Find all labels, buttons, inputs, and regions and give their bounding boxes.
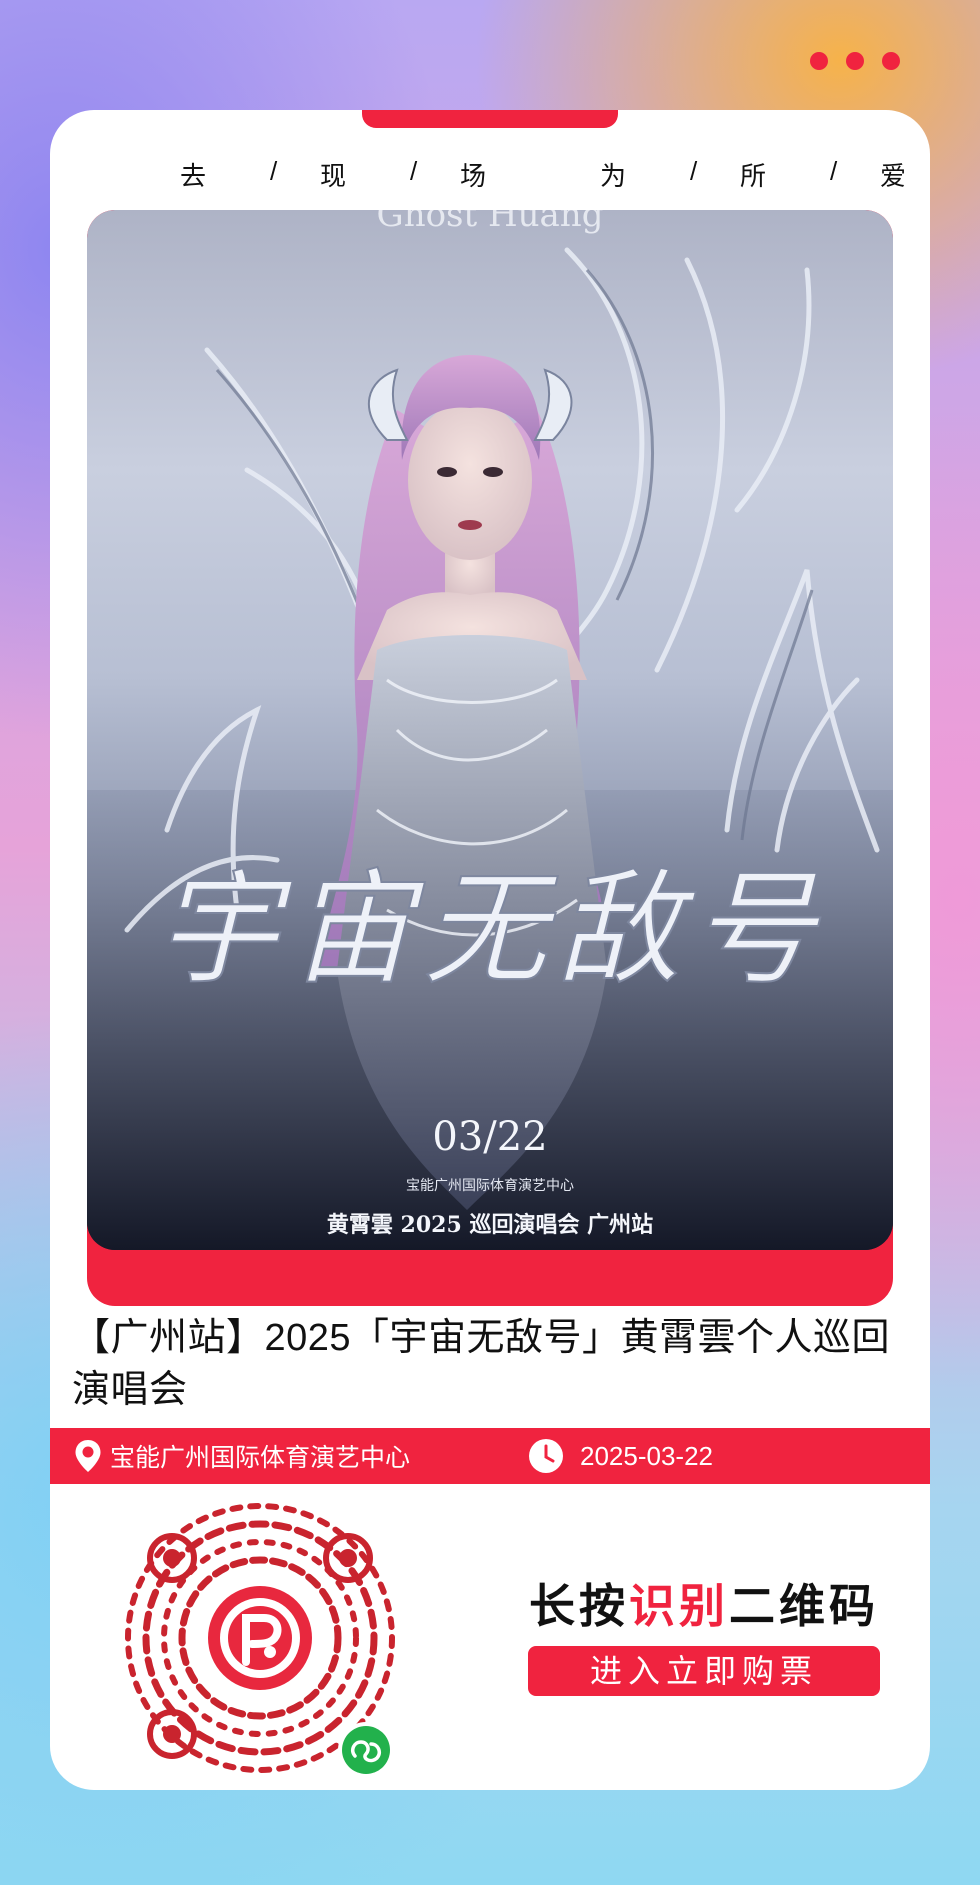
dot (882, 52, 900, 70)
poster-artwork: 宇宙无敌号 Ghost Huang 03/22 宝能广州国际体育演艺中心 黄霄雲… (87, 210, 893, 1250)
slogan-char: 为 (600, 161, 627, 191)
slogan-char: 去 (180, 161, 207, 191)
slogan-divider: / (830, 156, 838, 186)
date-info: 2025-03-22 (528, 1428, 713, 1484)
cta-heading: 长按识别二维码 (494, 1570, 914, 1636)
venue-text: 宝能广州国际体育演艺中心 (110, 1444, 411, 1472)
more-options-icon[interactable] (810, 52, 900, 70)
poster-subtitle: 黄霄雲 2025 巡回演唱会 广州站 (327, 1212, 653, 1238)
location-pin-icon (75, 1440, 101, 1472)
cta-panel: 长按识别二维码 进入立即购票 (494, 1570, 914, 1696)
buy-ticket-button[interactable]: 进入立即购票 (528, 1646, 880, 1696)
poster-calligraphy-title: 宇宙无敌号 (155, 858, 825, 1002)
slogan-char: 现 (320, 161, 347, 191)
slogan-char: 所 (740, 161, 767, 191)
dot (846, 52, 864, 70)
venue-info: 宝能广州国际体育演艺中心 (74, 1428, 410, 1484)
poster-frame: 宇宙无敌号 Ghost Huang 03/22 宝能广州国际体育演艺中心 黄霄雲… (87, 210, 893, 1306)
cta-suffix: 二维码 (729, 1580, 879, 1632)
qr-code-image (125, 1503, 395, 1778)
card-top-tab (362, 110, 618, 128)
cta-highlight: 识别 (629, 1580, 729, 1632)
miniprogram-icon (338, 1722, 394, 1778)
event-info-bar: 宝能广州国际体育演艺中心 2025-03-22 (50, 1428, 930, 1484)
slogan-char: 场 (460, 161, 487, 191)
event-title: 【广州站】2025「宇宙无敌号」黄霄雲个人巡回演唱会 (72, 1317, 891, 1411)
cta-prefix: 长按 (529, 1580, 629, 1632)
slogan-divider: / (410, 156, 418, 186)
slogan-char: 爱 (880, 161, 907, 191)
poster-artist-english: Ghost Huang (377, 210, 604, 235)
qr-code[interactable] (112, 1498, 408, 1790)
slogan: 去 / 现 / 场 为 / 所 / 爱 (120, 156, 920, 196)
event-poster-image[interactable]: 宇宙无敌号 Ghost Huang 03/22 宝能广州国际体育演艺中心 黄霄雲… (87, 210, 893, 1250)
slogan-divider: / (690, 156, 698, 186)
poster-venue: 宝能广州国际体育演艺中心 (406, 1178, 574, 1194)
slogan-divider: / (270, 156, 278, 186)
date-text: 2025-03-22 (580, 1440, 713, 1471)
ticket-card: 去 / 现 / 场 为 / 所 / 爱 宇宙无敌号 Ghost Huang 03… (50, 110, 930, 1790)
dot (810, 52, 828, 70)
poster-date: 03/22 (432, 1114, 547, 1160)
clock-icon (529, 1439, 563, 1473)
